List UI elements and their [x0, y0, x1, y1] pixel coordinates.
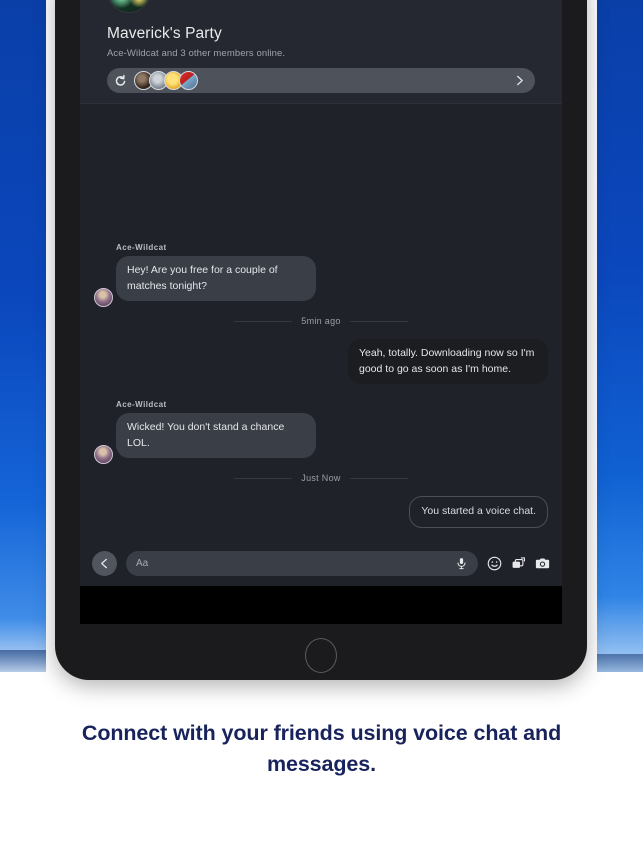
- camera-icon[interactable]: [535, 556, 550, 571]
- status-bubble: You started a voice chat.: [409, 496, 548, 528]
- tablet-display: Maverick's Party Ace-Wildcat and 3 other…: [80, 0, 562, 624]
- back-button[interactable]: [92, 550, 117, 576]
- avatar: [94, 445, 113, 465]
- message-group: Ace-Wildcat Hey! Are you free for a coup…: [94, 243, 316, 308]
- party-header: Maverick's Party Ace-Wildcat and 3 other…: [80, 0, 562, 104]
- message-input[interactable]: Aa: [126, 550, 478, 576]
- app-root: Maverick's Party Ace-Wildcat and 3 other…: [0, 0, 643, 858]
- voice-chat-icon: [113, 73, 128, 88]
- time-divider: Just Now: [94, 473, 548, 483]
- tablet-device: Maverick's Party Ace-Wildcat and 3 other…: [55, 0, 587, 680]
- background-blue-right: [597, 0, 643, 678]
- message-list[interactable]: Ace-Wildcat Hey! Are you free for a coup…: [80, 104, 562, 540]
- message-sender: Ace-Wildcat: [116, 400, 167, 410]
- screen-bottom-bar: [80, 586, 562, 624]
- message-composer: Aa: [80, 540, 562, 586]
- member-avatar-4: [179, 71, 198, 90]
- message-bubble: Hey! Are you free for a couple of matche…: [116, 256, 316, 302]
- party-title: Maverick's Party: [107, 25, 222, 42]
- divider-label: 5min ago: [301, 316, 341, 327]
- divider-line: [349, 477, 408, 479]
- app-screen: Maverick's Party Ace-Wildcat and 3 other…: [80, 0, 562, 586]
- background-gap-right: [587, 0, 597, 700]
- message-row: Ace-Wildcat Wicked! You don't stand a ch…: [94, 400, 548, 465]
- message-row: Ace-Wildcat Hey! Are you free for a coup…: [94, 243, 548, 308]
- party-members-bar[interactable]: [107, 68, 535, 93]
- time-divider: 5min ago: [94, 316, 548, 326]
- message-bubble: Wicked! You don't stand a chance LOL.: [116, 413, 316, 459]
- background-blue-left: [0, 0, 46, 672]
- message-bubble: Yeah, totally. Downloading now so I'm go…: [348, 339, 548, 385]
- party-subtitle: Ace-Wildcat and 3 other members online.: [107, 48, 286, 59]
- divider-label: Just Now: [301, 473, 341, 484]
- message-row: You started a voice chat.: [94, 496, 548, 528]
- divider-line: [234, 477, 293, 479]
- message-list-spacer: [94, 104, 548, 243]
- divider-line: [349, 320, 408, 322]
- microphone-icon[interactable]: [455, 557, 468, 570]
- sticker-icon[interactable]: [511, 556, 526, 571]
- divider-line: [234, 320, 293, 322]
- message-bubble-line: Hey! Are you free for a couple of matche…: [94, 256, 316, 308]
- chevron-right-icon[interactable]: [514, 75, 525, 86]
- message-sender: Ace-Wildcat: [116, 243, 167, 253]
- member-avatar-stack: [134, 71, 198, 90]
- avatar: [94, 288, 113, 308]
- message-row: Yeah, totally. Downloading now so I'm go…: [94, 339, 548, 385]
- home-button[interactable]: [305, 638, 337, 673]
- message-bubble-line: Wicked! You don't stand a chance LOL.: [94, 413, 316, 465]
- message-input-placeholder: Aa: [136, 557, 149, 569]
- party-avatar[interactable]: [107, 0, 151, 13]
- page-caption: Connect with your friends using voice ch…: [81, 721, 562, 776]
- message-group: Ace-Wildcat Wicked! You don't stand a ch…: [94, 400, 316, 465]
- emoji-icon[interactable]: [487, 556, 502, 571]
